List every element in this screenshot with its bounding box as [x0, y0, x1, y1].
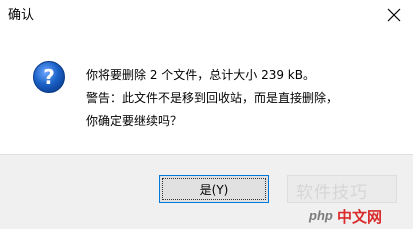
- svg-text:?: ?: [43, 65, 55, 89]
- dialog-content: ? 你将要删除 2 个文件，总计大小 239 kB。 警告：此文件不是移到回收站…: [0, 30, 413, 154]
- title-bar: 确认: [0, 0, 413, 30]
- window-title: 确认: [8, 8, 35, 23]
- message-line-3: 你确定要继续吗？: [86, 114, 183, 128]
- watermark-logo: php 中文网: [309, 205, 413, 228]
- watermark: 软件技巧 php 中文网: [286, 172, 413, 228]
- close-button[interactable]: [385, 6, 403, 24]
- close-icon: [387, 8, 401, 22]
- question-icon: ?: [32, 60, 66, 94]
- watermark-logo-cn: 中文网: [337, 208, 383, 226]
- confirm-dialog: 确认 ? 你将要删除 2 个文件，总计大小 239 kB。 警告：此文件不是移到…: [0, 0, 413, 229]
- yes-button[interactable]: 是(Y): [159, 175, 269, 203]
- watermark-logo-php: php: [309, 208, 333, 223]
- message-line-2: 警告：此文件不是移到回收站，而是直接删除，: [86, 91, 339, 105]
- focus-rectangle: [162, 178, 266, 200]
- watermark-text: 软件技巧: [296, 183, 368, 203]
- message-line-1: 你将要删除 2 个文件，总计大小 239 kB。: [86, 68, 315, 82]
